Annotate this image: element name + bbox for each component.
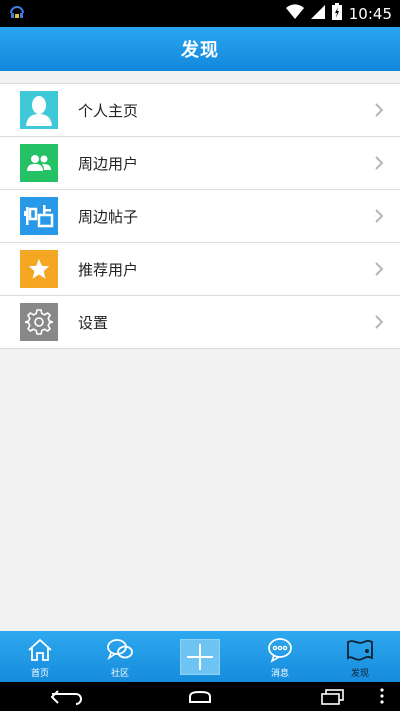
- status-bar: 10:45: [0, 0, 400, 27]
- chevron-right-icon: [372, 259, 386, 279]
- menu-item-nearby-users[interactable]: 周边用户: [0, 137, 400, 190]
- menu-item-nearby-posts[interactable]: 周边帖子: [0, 190, 400, 243]
- menu-item-recommended-users[interactable]: 推荐用户: [0, 243, 400, 296]
- overflow-menu-icon[interactable]: [380, 688, 384, 708]
- menu-item-label: 推荐用户: [78, 260, 139, 279]
- menu-item-label: 周边帖子: [78, 207, 139, 226]
- system-nav-bar: [0, 682, 400, 711]
- tab-community[interactable]: 社区: [80, 631, 160, 682]
- person-icon: [20, 91, 58, 129]
- app-notification-icon: [8, 3, 26, 25]
- tab-label: 发现: [350, 669, 369, 679]
- plus-icon: [180, 638, 220, 675]
- chevron-right-icon: [372, 153, 386, 173]
- menu-item-profile[interactable]: 个人主页: [0, 84, 400, 137]
- back-button[interactable]: [47, 686, 87, 708]
- wifi-icon: [285, 3, 304, 24]
- tab-label: 社区: [110, 669, 129, 679]
- menu-item-label: 周边用户: [78, 154, 139, 173]
- tab-home[interactable]: 首页: [0, 631, 80, 682]
- tab-messages[interactable]: 消息: [240, 631, 320, 682]
- signal-icon: [310, 4, 325, 24]
- battery-icon: [331, 3, 342, 24]
- menu-item-label: 个人主页: [78, 101, 139, 120]
- users-icon: [20, 144, 58, 182]
- recents-button[interactable]: [313, 686, 353, 708]
- star-icon: [20, 250, 58, 288]
- tab-discover[interactable]: 发现: [320, 631, 400, 682]
- message-icon: [266, 635, 294, 665]
- chevron-right-icon: [372, 312, 386, 332]
- status-time: 10:45: [348, 4, 392, 23]
- tab-label: 首页: [30, 669, 49, 679]
- tab-label: 消息: [270, 669, 289, 679]
- bottom-tab-bar: 首页 社区 消息 发现: [0, 631, 400, 682]
- discover-menu: 个人主页 周边用户 周边帖子 推荐用户 设置: [0, 83, 400, 349]
- chevron-right-icon: [372, 206, 386, 226]
- post-icon: [20, 197, 58, 235]
- gear-icon: [20, 303, 58, 341]
- app-header: 发现: [0, 27, 400, 71]
- home-icon: [27, 635, 53, 665]
- chat-bubbles-icon: [106, 635, 134, 665]
- chevron-right-icon: [372, 100, 386, 120]
- discover-icon: [346, 635, 374, 665]
- tab-post-new[interactable]: [160, 631, 240, 682]
- page-title: 发现: [181, 40, 219, 61]
- home-button[interactable]: [180, 686, 220, 708]
- menu-item-label: 设置: [78, 313, 109, 332]
- menu-item-settings[interactable]: 设置: [0, 296, 400, 349]
